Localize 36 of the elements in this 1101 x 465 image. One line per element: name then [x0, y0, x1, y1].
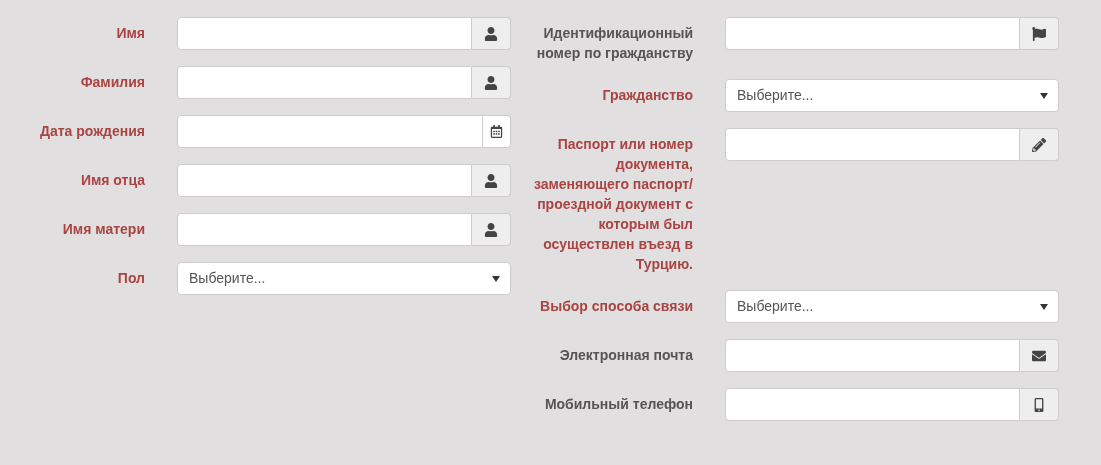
field-label: Выбор способа связи [539, 297, 693, 316]
text-field[interactable] [177, 115, 483, 148]
field-label: Электронная почта [558, 346, 693, 365]
field-label: Фамилия [79, 73, 145, 92]
calendar-icon [490, 125, 503, 138]
person-icon [484, 222, 498, 237]
text-field[interactable] [177, 164, 472, 197]
field-label: Имя отца [79, 171, 145, 190]
field-label: Паспорт или номер документа, заменяющего паспорт/ проездной документ с которым был осуществлен въезд в Турцию. [533, 135, 693, 274]
text-field[interactable] [725, 128, 1020, 161]
person-icon [484, 75, 498, 90]
text-field[interactable] [725, 17, 1020, 50]
caret-icon [492, 275, 500, 282]
field-label: Пол [116, 269, 145, 288]
text-field[interactable] [177, 17, 472, 50]
select-field[interactable]: Выберите... [725, 79, 1059, 112]
field-label: Мобильный телефон [543, 395, 693, 414]
field-label: Имя матери [61, 220, 145, 239]
person-icon [484, 173, 498, 188]
field-label: Гражданство [601, 86, 693, 105]
text-field[interactable] [725, 388, 1020, 421]
select-field[interactable]: Выберите... [177, 262, 511, 295]
caret-icon [1040, 303, 1048, 310]
field-label: Идентификационный номер по гражданству [535, 24, 693, 63]
phone-icon [1032, 397, 1046, 412]
text-field[interactable] [177, 213, 472, 246]
flag-icon [1032, 26, 1046, 41]
field-label: Дата рождения [38, 122, 145, 141]
caret-icon [1040, 92, 1048, 99]
envelope-icon [1032, 348, 1046, 363]
text-field[interactable] [725, 339, 1020, 372]
text-field[interactable] [177, 66, 472, 99]
field-label: Имя [115, 24, 145, 43]
person-icon [484, 26, 498, 41]
select-field[interactable]: Выберите... [725, 290, 1059, 323]
pencil-icon [1032, 137, 1046, 152]
